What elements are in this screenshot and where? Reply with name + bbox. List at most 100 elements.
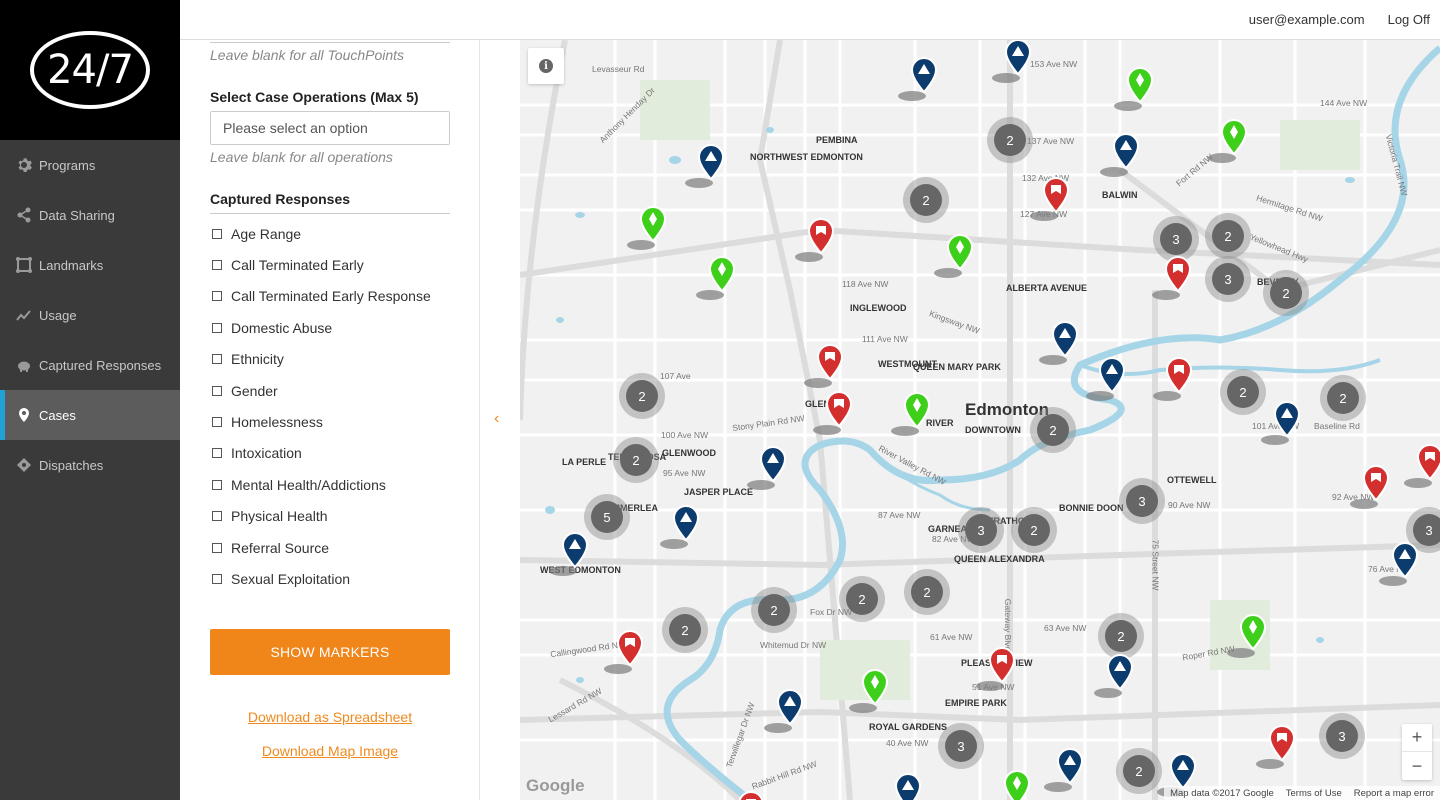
red-pin-marker[interactable] (721, 788, 771, 800)
logoff-link[interactable]: Log Off (1388, 12, 1430, 27)
cluster-marker[interactable]: 2 (1320, 375, 1366, 421)
checkbox-gender[interactable]: Gender (210, 375, 450, 406)
show-markers-button[interactable]: SHOW MARKERS (210, 628, 450, 675)
zoom-in-button[interactable]: + (1402, 724, 1432, 752)
checkbox[interactable] (212, 260, 222, 271)
checkbox[interactable] (212, 511, 222, 522)
green-pin-marker[interactable] (1223, 611, 1273, 661)
checkbox-homelessness[interactable]: Homelessness (210, 406, 450, 437)
cluster-marker[interactable]: 2 (904, 569, 950, 615)
blue-pin-marker[interactable] (743, 443, 793, 493)
red-pin-marker[interactable] (600, 627, 650, 677)
checkbox-mental-health[interactable]: Mental Health/Addictions (210, 469, 450, 500)
checkbox[interactable] (212, 354, 222, 365)
checkbox[interactable] (212, 228, 222, 239)
checkbox-age-range[interactable]: Age Range (210, 218, 450, 249)
checkbox-call-terminated-early-response[interactable]: Call Terminated Early Response (210, 281, 450, 312)
green-pin-marker[interactable] (1110, 64, 1160, 114)
red-pin-marker[interactable] (1148, 253, 1198, 303)
checkbox-call-terminated-early[interactable]: Call Terminated Early (210, 249, 450, 280)
sidebar-item-dispatches[interactable]: Dispatches (0, 440, 180, 490)
terms-of-use-link[interactable]: Terms of Use (1286, 788, 1342, 799)
red-pin-marker[interactable] (1400, 441, 1440, 491)
checkbox[interactable] (212, 448, 222, 459)
red-pin-marker[interactable] (809, 388, 859, 438)
blue-pin-marker[interactable] (988, 40, 1038, 86)
cluster-marker[interactable]: 3 (1205, 256, 1251, 302)
cluster-marker[interactable]: 3 (1119, 478, 1165, 524)
collapse-panel-chevron-icon[interactable]: ‹ (494, 410, 499, 428)
blue-pin-marker[interactable] (894, 54, 944, 104)
blue-pin-marker[interactable] (656, 502, 706, 552)
red-pin-marker[interactable] (1149, 354, 1199, 404)
cluster-marker[interactable]: 2 (1030, 407, 1076, 453)
info-button[interactable]: i (528, 48, 564, 84)
cluster-marker[interactable]: 2 (751, 587, 797, 633)
blue-pin-marker[interactable] (1375, 539, 1425, 589)
sidebar-item-programs[interactable]: Programs (0, 140, 180, 190)
red-pin-marker[interactable] (972, 644, 1022, 694)
download-spreadsheet-link[interactable]: Download as Spreadsheet (210, 709, 450, 725)
red-pin-marker[interactable] (800, 341, 850, 391)
red-pin-marker[interactable] (1346, 462, 1396, 512)
checkbox-referral-source[interactable]: Referral Source (210, 532, 450, 563)
sidebar-item-data-sharing[interactable]: Data Sharing (0, 190, 180, 240)
cluster-marker[interactable]: 3 (938, 723, 984, 769)
sidebar-item-landmarks[interactable]: Landmarks (0, 240, 180, 290)
cluster-marker[interactable]: 2 (839, 576, 885, 622)
green-pin-marker[interactable] (930, 231, 980, 281)
blue-pin-marker[interactable] (1096, 130, 1146, 180)
green-pin-marker[interactable] (845, 666, 895, 716)
checkbox[interactable] (212, 573, 222, 584)
green-pin-marker[interactable] (692, 253, 742, 303)
blue-pin-marker[interactable] (1035, 318, 1085, 368)
green-pin-marker[interactable] (987, 767, 1037, 800)
red-pin-marker[interactable] (791, 215, 841, 265)
map-pin-icon (1208, 118, 1248, 163)
cluster-marker[interactable]: 3 (1319, 713, 1365, 759)
cluster-marker[interactable]: 2 (987, 117, 1033, 163)
blue-pin-marker[interactable] (878, 770, 928, 800)
download-map-image-link[interactable]: Download Map Image (210, 743, 450, 759)
blue-pin-marker[interactable] (1090, 651, 1140, 701)
blue-pin-marker[interactable] (681, 141, 731, 191)
blue-pin-marker[interactable] (1082, 354, 1132, 404)
green-pin-marker[interactable] (623, 203, 673, 253)
checkbox[interactable] (212, 291, 222, 302)
red-pin-marker[interactable] (1026, 174, 1076, 224)
sidebar-item-captured-responses[interactable]: Captured Responses (0, 340, 180, 390)
blue-pin-marker[interactable] (1257, 398, 1307, 448)
sidebar-item-cases[interactable]: Cases (0, 390, 180, 440)
cluster-marker[interactable]: 2 (1263, 270, 1309, 316)
checkbox[interactable] (212, 385, 222, 396)
map[interactable]: NORTHWEST EDMONTON PEMBINA BALWIN INGLEW… (520, 40, 1440, 800)
app-logo[interactable]: 24/7 (30, 31, 150, 109)
cluster-marker[interactable]: 2 (1011, 507, 1057, 553)
checkbox-intoxication[interactable]: Intoxication (210, 438, 450, 469)
checkbox[interactable] (212, 322, 222, 333)
operations-select[interactable]: Please select an option (210, 111, 450, 145)
cluster-marker[interactable]: 2 (1205, 213, 1251, 259)
green-pin-marker[interactable] (1204, 116, 1254, 166)
checkbox-sexual-exploitation[interactable]: Sexual Exploitation (210, 563, 450, 594)
green-pin-marker[interactable] (887, 389, 937, 439)
checkbox[interactable] (212, 417, 222, 428)
checkbox[interactable] (212, 542, 222, 553)
checkbox[interactable] (212, 479, 222, 490)
cluster-marker[interactable]: 2 (613, 437, 659, 483)
checkbox-physical-health[interactable]: Physical Health (210, 501, 450, 532)
touchpoints-select-edge[interactable] (210, 42, 450, 43)
cluster-marker[interactable]: 2 (619, 373, 665, 419)
cluster-marker[interactable]: 2 (662, 607, 708, 653)
checkbox-ethnicity[interactable]: Ethnicity (210, 344, 450, 375)
cluster-marker[interactable]: 2 (903, 177, 949, 223)
zoom-out-button[interactable]: − (1402, 752, 1432, 780)
blue-pin-marker[interactable] (545, 529, 595, 579)
checkbox-domestic-abuse[interactable]: Domestic Abuse (210, 312, 450, 343)
cluster-marker[interactable]: 3 (958, 507, 1004, 553)
red-pin-marker[interactable] (1252, 722, 1302, 772)
blue-pin-marker[interactable] (760, 686, 810, 736)
blue-pin-marker[interactable] (1040, 745, 1090, 795)
report-map-error-link[interactable]: Report a map error (1354, 788, 1434, 799)
sidebar-item-usage[interactable]: Usage (0, 290, 180, 340)
